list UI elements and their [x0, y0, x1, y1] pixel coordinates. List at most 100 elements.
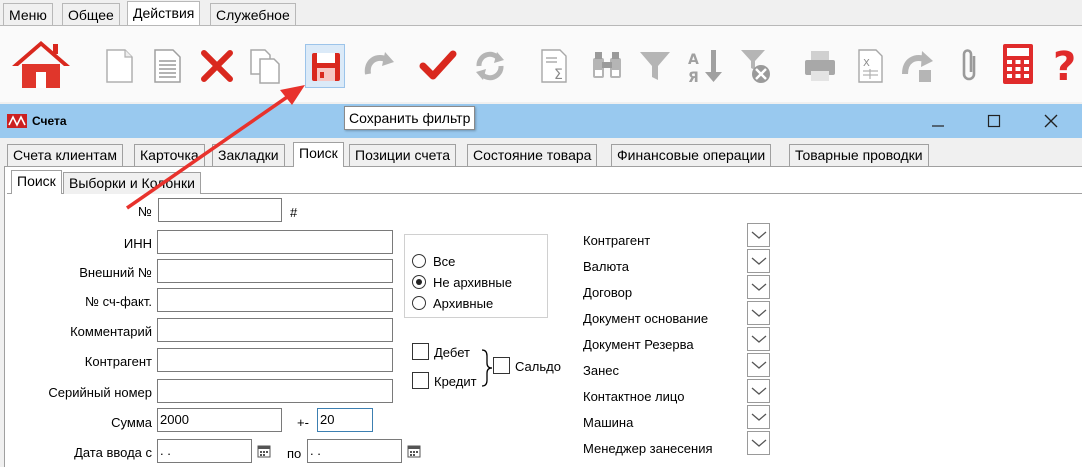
serial-number-label: Серийный номер: [48, 385, 152, 400]
chevron-down-icon: [751, 439, 767, 447]
number-field[interactable]: [158, 198, 282, 222]
date-from-field[interactable]: . .: [157, 439, 252, 463]
inn-field[interactable]: [157, 230, 393, 254]
plus-minus-field[interactable]: 20: [317, 408, 373, 432]
tab-goods-status[interactable]: Состояние товара: [467, 144, 598, 166]
tab-goods-entries[interactable]: Товарные проводки: [789, 144, 929, 166]
date-from-label: Дата ввода с: [74, 445, 152, 460]
export-icon[interactable]: [897, 44, 937, 88]
counterparty-field[interactable]: [157, 348, 393, 372]
copy-icon[interactable]: [245, 44, 285, 88]
radio-all[interactable]: [412, 254, 426, 268]
subtab-selections-columns[interactable]: Выборки и Колонки: [63, 172, 201, 194]
filter-contract-label: Договор: [583, 285, 633, 300]
delete-icon[interactable]: [197, 44, 237, 88]
tab-card[interactable]: Карточка: [134, 144, 205, 166]
close-icon[interactable]: [1039, 110, 1063, 132]
attach-icon[interactable]: [950, 44, 990, 88]
filter-base-document-label: Документ основание: [583, 311, 709, 326]
filter-contact-person-label: Контактное лицо: [583, 389, 685, 404]
tab-invoice-positions[interactable]: Позиции счета: [349, 144, 456, 166]
sort-icon[interactable]: AЯ: [685, 44, 725, 88]
minimize-icon[interactable]: [926, 110, 950, 132]
chevron-down-icon: [751, 335, 767, 343]
chevron-down-icon: [751, 361, 767, 369]
menu-tab-service[interactable]: Служебное: [210, 3, 296, 25]
refresh-icon[interactable]: [470, 44, 510, 88]
date-to-field[interactable]: . .: [307, 439, 402, 463]
save-filter-icon: [312, 53, 340, 81]
menu-tab-general[interactable]: Общее: [62, 3, 120, 25]
filter-dropdown-button[interactable]: [747, 431, 770, 455]
filter-dropdown-button[interactable]: [747, 327, 770, 351]
balance-checkbox[interactable]: [493, 357, 510, 374]
window-titlebar: Счета: [0, 104, 1082, 138]
svg-text:?: ?: [1053, 44, 1076, 88]
chevron-down-icon: [751, 309, 767, 317]
calendar-icon[interactable]: [407, 444, 421, 458]
new-document-icon[interactable]: [100, 44, 140, 88]
filter-counterparty-label: Контрагент: [583, 233, 651, 248]
filter-dropdown-button[interactable]: [747, 353, 770, 377]
serial-number-field[interactable]: [157, 379, 393, 403]
svg-text:A: A: [688, 52, 699, 68]
sum-field[interactable]: 2000: [157, 408, 282, 432]
filter-dropdown-button[interactable]: [747, 249, 770, 273]
tooltip: Сохранить фильтр: [344, 106, 476, 130]
external-number-field[interactable]: [157, 259, 393, 283]
svg-text:X: X: [863, 58, 870, 69]
radio-archived[interactable]: [412, 296, 426, 310]
comment-field[interactable]: [157, 318, 393, 342]
menu-tab-actions[interactable]: Действия: [127, 1, 201, 25]
document-icon[interactable]: [148, 44, 188, 88]
svg-text:Σ: Σ: [554, 67, 563, 83]
save-filter-button[interactable]: [305, 44, 345, 88]
debit-label: Дебет: [434, 345, 470, 360]
radio-not-archived[interactable]: [412, 275, 426, 289]
invoice-number-field[interactable]: [157, 288, 393, 312]
radio-archived-label: Архивные: [433, 296, 494, 311]
tab-bookmarks[interactable]: Закладки: [212, 144, 285, 166]
chevron-down-icon: [751, 257, 767, 265]
excel-icon[interactable]: X: [850, 44, 890, 88]
sum-label: Сумма: [111, 415, 152, 430]
counterparty-label: Контрагент: [84, 354, 152, 369]
calculator-icon[interactable]: [998, 40, 1038, 88]
filter-dropdown-button[interactable]: [747, 379, 770, 403]
credit-label: Кредит: [434, 374, 477, 389]
filter-dropdown-button[interactable]: [747, 405, 770, 429]
maximize-icon[interactable]: [982, 110, 1006, 132]
filter-entered-by-label: Занес: [583, 363, 619, 378]
radio-all-label: Все: [433, 254, 456, 269]
filter-entry-manager-label: Менеджер занесения: [583, 441, 713, 456]
app-logo-icon: [7, 114, 27, 128]
filter-dropdown-button[interactable]: [747, 223, 770, 247]
brace-icon: [481, 349, 493, 387]
calendar-icon[interactable]: [257, 444, 271, 458]
subtab-search[interactable]: Поиск: [11, 170, 62, 194]
inn-label: ИНН: [123, 236, 152, 251]
external-number-label: Внешний №: [79, 265, 152, 280]
binoculars-icon[interactable]: [587, 44, 627, 88]
invoice-number-label: № сч-факт.: [85, 294, 152, 309]
debit-checkbox[interactable]: [412, 343, 429, 360]
sum-icon[interactable]: Σ: [535, 44, 575, 88]
credit-checkbox[interactable]: [412, 372, 429, 389]
undo-icon[interactable]: [358, 44, 398, 88]
filter-dropdown-button[interactable]: [747, 275, 770, 299]
filter-dropdown-button[interactable]: [747, 301, 770, 325]
balance-label: Сальдо: [515, 359, 561, 374]
confirm-icon[interactable]: [418, 44, 458, 88]
print-icon[interactable]: [800, 44, 840, 88]
tab-financial-operations[interactable]: Финансовые операции: [611, 144, 772, 166]
filter-reserve-document-label: Документ Резерва: [583, 337, 694, 352]
home-icon[interactable]: [10, 38, 72, 90]
filter-icon[interactable]: [635, 44, 675, 88]
clear-filter-icon[interactable]: [735, 44, 775, 88]
menu-tab-menu[interactable]: Меню: [3, 3, 53, 25]
tab-search[interactable]: Поиск: [293, 142, 344, 167]
chevron-down-icon: [751, 283, 767, 291]
help-icon[interactable]: ?: [1050, 40, 1082, 90]
tab-client-invoices[interactable]: Счета клиентам: [7, 144, 123, 166]
hash-label: #: [290, 205, 298, 220]
